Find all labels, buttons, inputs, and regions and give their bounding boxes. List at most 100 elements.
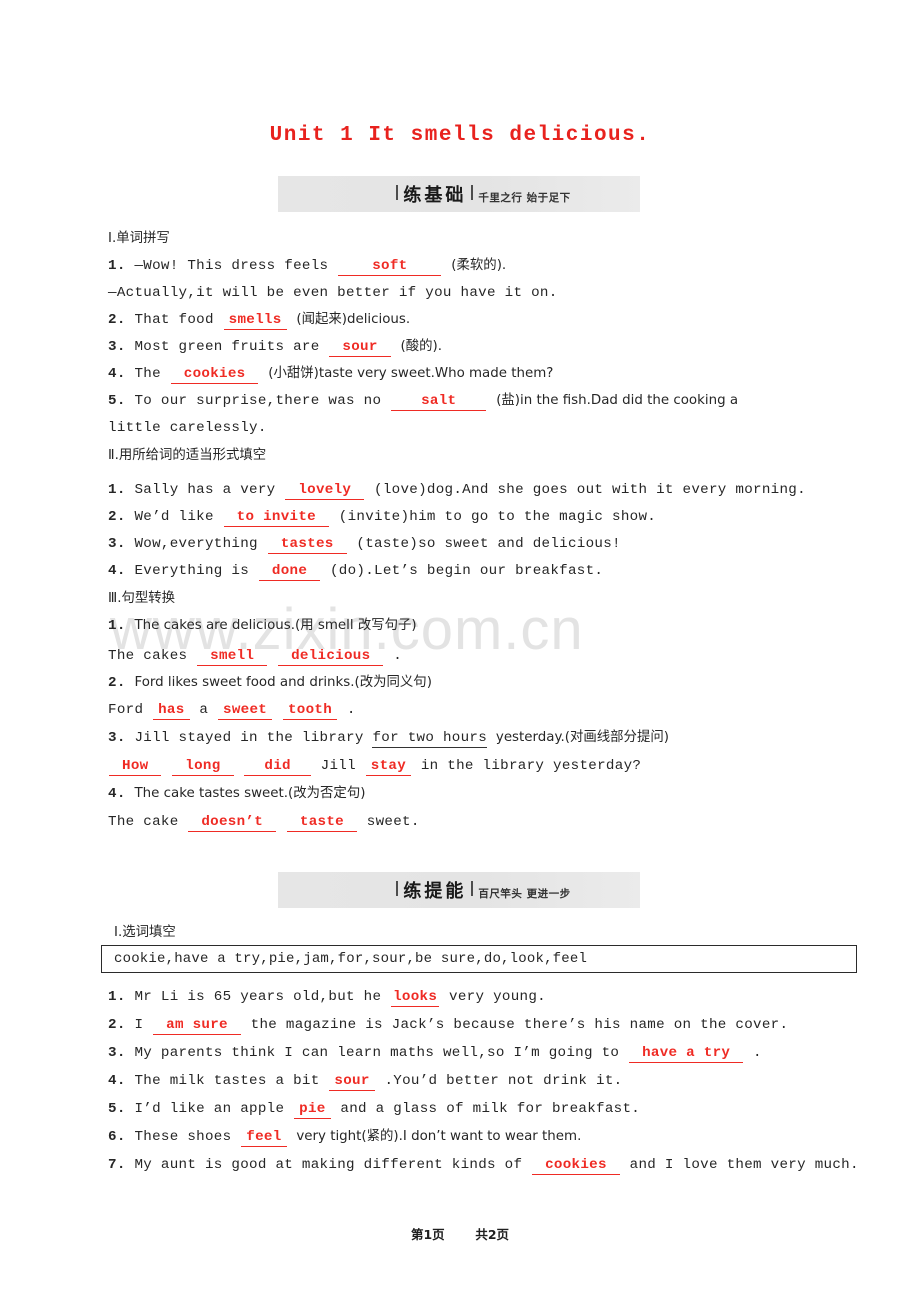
question-number: 2. [108, 675, 126, 691]
banner-subtitle: 千里之行 始于足下 [478, 192, 571, 204]
question-3-1-answer: The cakes smell delicious . [108, 647, 402, 666]
question-text: That food [134, 312, 214, 328]
answer-blank: tastes [267, 537, 347, 554]
question-1-3: 3. Most green fruits are sour (酸的). [108, 338, 442, 357]
heading-part-2: Ⅱ.用所给词的适当形式填空 [108, 448, 267, 463]
question-3-4-answer: The cake doesn’t taste sweet. [108, 813, 420, 832]
question-s2-4: 4. The milk tastes a bit sour .You’d bet… [108, 1072, 622, 1091]
answer-blank: sweet [218, 703, 273, 720]
answer-blank: soft [338, 259, 442, 276]
question-text: Jill stayed in the library [134, 730, 364, 746]
answer-blank: cookies [170, 367, 259, 384]
banner-title: 练提能 [403, 881, 467, 902]
question-1-5: 5. To our surprise,there was no salt (盐)… [108, 392, 738, 411]
answer-middle: Jill [320, 758, 356, 774]
answer-suffix: sweet. [366, 814, 420, 830]
question-hint: .You’d better not drink it. [384, 1073, 623, 1089]
banner-title: 练基础 [403, 185, 467, 206]
question-number: 4. [108, 1073, 126, 1089]
answer-blank: lovely [285, 483, 365, 500]
answer-blank: smells [223, 313, 287, 330]
question-hint: and a glass of milk for breakfast. [340, 1101, 641, 1117]
answer-blank: tooth [282, 703, 338, 720]
question-hint: very young. [449, 989, 546, 1005]
question-text: Wow,everything [134, 536, 258, 552]
question-number: 4. [108, 563, 126, 579]
question-text: —Wow! This dress feels [134, 258, 329, 274]
question-hint: (柔软的). [451, 258, 507, 273]
section-banner-basics: 练基础 千里之行 始于足下 [278, 176, 640, 212]
question-3-3-answer: How long did Jill stay in the library ye… [108, 757, 641, 776]
answer-suffix: in the library yesterday? [420, 758, 642, 774]
question-number: 6. [108, 1129, 126, 1145]
question-text: Mr Li is 65 years old,but he [134, 989, 382, 1005]
word-bank-text: cookie,have a try,pie,jam,for,sour,be su… [114, 951, 588, 967]
answer-prefix: Ford [108, 702, 144, 718]
underlined-phrase: for two hours [372, 730, 488, 748]
answer-blank: am sure [153, 1018, 241, 1035]
question-text: My aunt is good at making different kind… [134, 1157, 523, 1173]
question-3-4-prompt: 4. The cake tastes sweet.(改为否定句) [108, 785, 365, 803]
question-s2-2: 2. I am sure the magazine is Jack’s beca… [108, 1016, 788, 1035]
answer-blank: cookies [532, 1158, 620, 1175]
question-hint: (闻起来)delicious. [296, 312, 411, 327]
question-text: To our surprise,there was no [134, 393, 382, 409]
question-instruction: yesterday.(对画线部分提问) [495, 730, 669, 745]
question-2-2: 2. We’d like to invite (invite)him to go… [108, 508, 656, 527]
question-number: 3. [108, 1045, 126, 1061]
answer-blank: salt [391, 394, 487, 411]
page-title: Unit 1 It smells delicious. [269, 124, 651, 147]
answer-blank: long [172, 759, 234, 776]
question-text: These shoes [134, 1129, 232, 1145]
footer-total-pages: 共2页 [475, 1227, 510, 1242]
question-number: 4. [108, 366, 126, 382]
question-text: I [134, 1017, 144, 1033]
footer-current-page: 第1页 [410, 1227, 445, 1242]
question-s2-6: 6. These shoes feel very tight(紧的).I don… [108, 1128, 581, 1147]
question-s2-1: 1. Mr Li is 65 years old,but he looks ve… [108, 988, 546, 1007]
question-hint: and I love them very much. [629, 1157, 859, 1173]
answer-blank: How [109, 759, 162, 776]
answer-blank: feel [241, 1130, 287, 1147]
question-1-1-continued: —Actually,it will be even better if you … [108, 285, 558, 301]
answer-blank: has [153, 703, 190, 720]
question-number: 5. [108, 393, 126, 409]
answer-blank: sour [329, 1074, 375, 1091]
question-hint: very tight(紧的).I don’t want to wear them… [296, 1129, 582, 1144]
answer-blank: stay [365, 759, 412, 776]
answer-blank: doesn’t [188, 815, 277, 832]
question-number: 1. [108, 989, 126, 1005]
page-footer: 第1页 共2页 [0, 1224, 920, 1243]
question-number: 3. [108, 536, 126, 552]
question-hint: (taste)so sweet and delicious! [356, 536, 621, 552]
question-text: Sally has a very [134, 482, 276, 498]
question-hint: (love)dog.And she goes out with it every… [374, 482, 806, 498]
answer-suffix: . [346, 702, 356, 718]
question-1-5-continued: little carelessly. [108, 420, 267, 436]
question-hint: (酸的). [400, 339, 442, 354]
answer-prefix: The cakes [108, 648, 188, 664]
answer-prefix: The cake [108, 814, 179, 830]
question-number: 4. [108, 786, 126, 802]
document-page: www.zixin.com.cn Unit 1 It smells delici… [0, 0, 920, 1302]
answer-middle: a [199, 702, 209, 718]
question-number: 2. [108, 1017, 126, 1033]
question-hint: (invite)him to go to the magic show. [338, 509, 657, 525]
answer-blank: done [258, 564, 321, 581]
question-text: The [134, 366, 161, 382]
question-1-4: 4. The cookies (小甜饼)taste very sweet.Who… [108, 365, 553, 384]
banner-divider-right [471, 185, 474, 200]
question-hint: (小甜饼)taste very sweet.Who made them? [268, 366, 554, 381]
question-2-4: 4. Everything is done (do).Let’s begin o… [108, 562, 603, 581]
question-2-1: 1. Sally has a very lovely (love)dog.And… [108, 481, 806, 500]
answer-blank: looks [391, 989, 440, 1007]
banner-divider-left [396, 185, 399, 200]
question-text: The cake tastes sweet.(改为否定句) [134, 786, 366, 801]
question-text: We’d like [134, 509, 214, 525]
question-text: The cakes are delicious.(用 smell 改写句子) [134, 618, 417, 633]
question-1-1: 1. —Wow! This dress feels soft (柔软的). [108, 257, 506, 276]
question-number: 1. [108, 258, 126, 274]
heading-section2-part-1: Ⅰ.选词填空 [114, 925, 176, 940]
answer-blank: sour [329, 340, 391, 357]
question-text: My parents think I can learn maths well,… [134, 1045, 620, 1061]
